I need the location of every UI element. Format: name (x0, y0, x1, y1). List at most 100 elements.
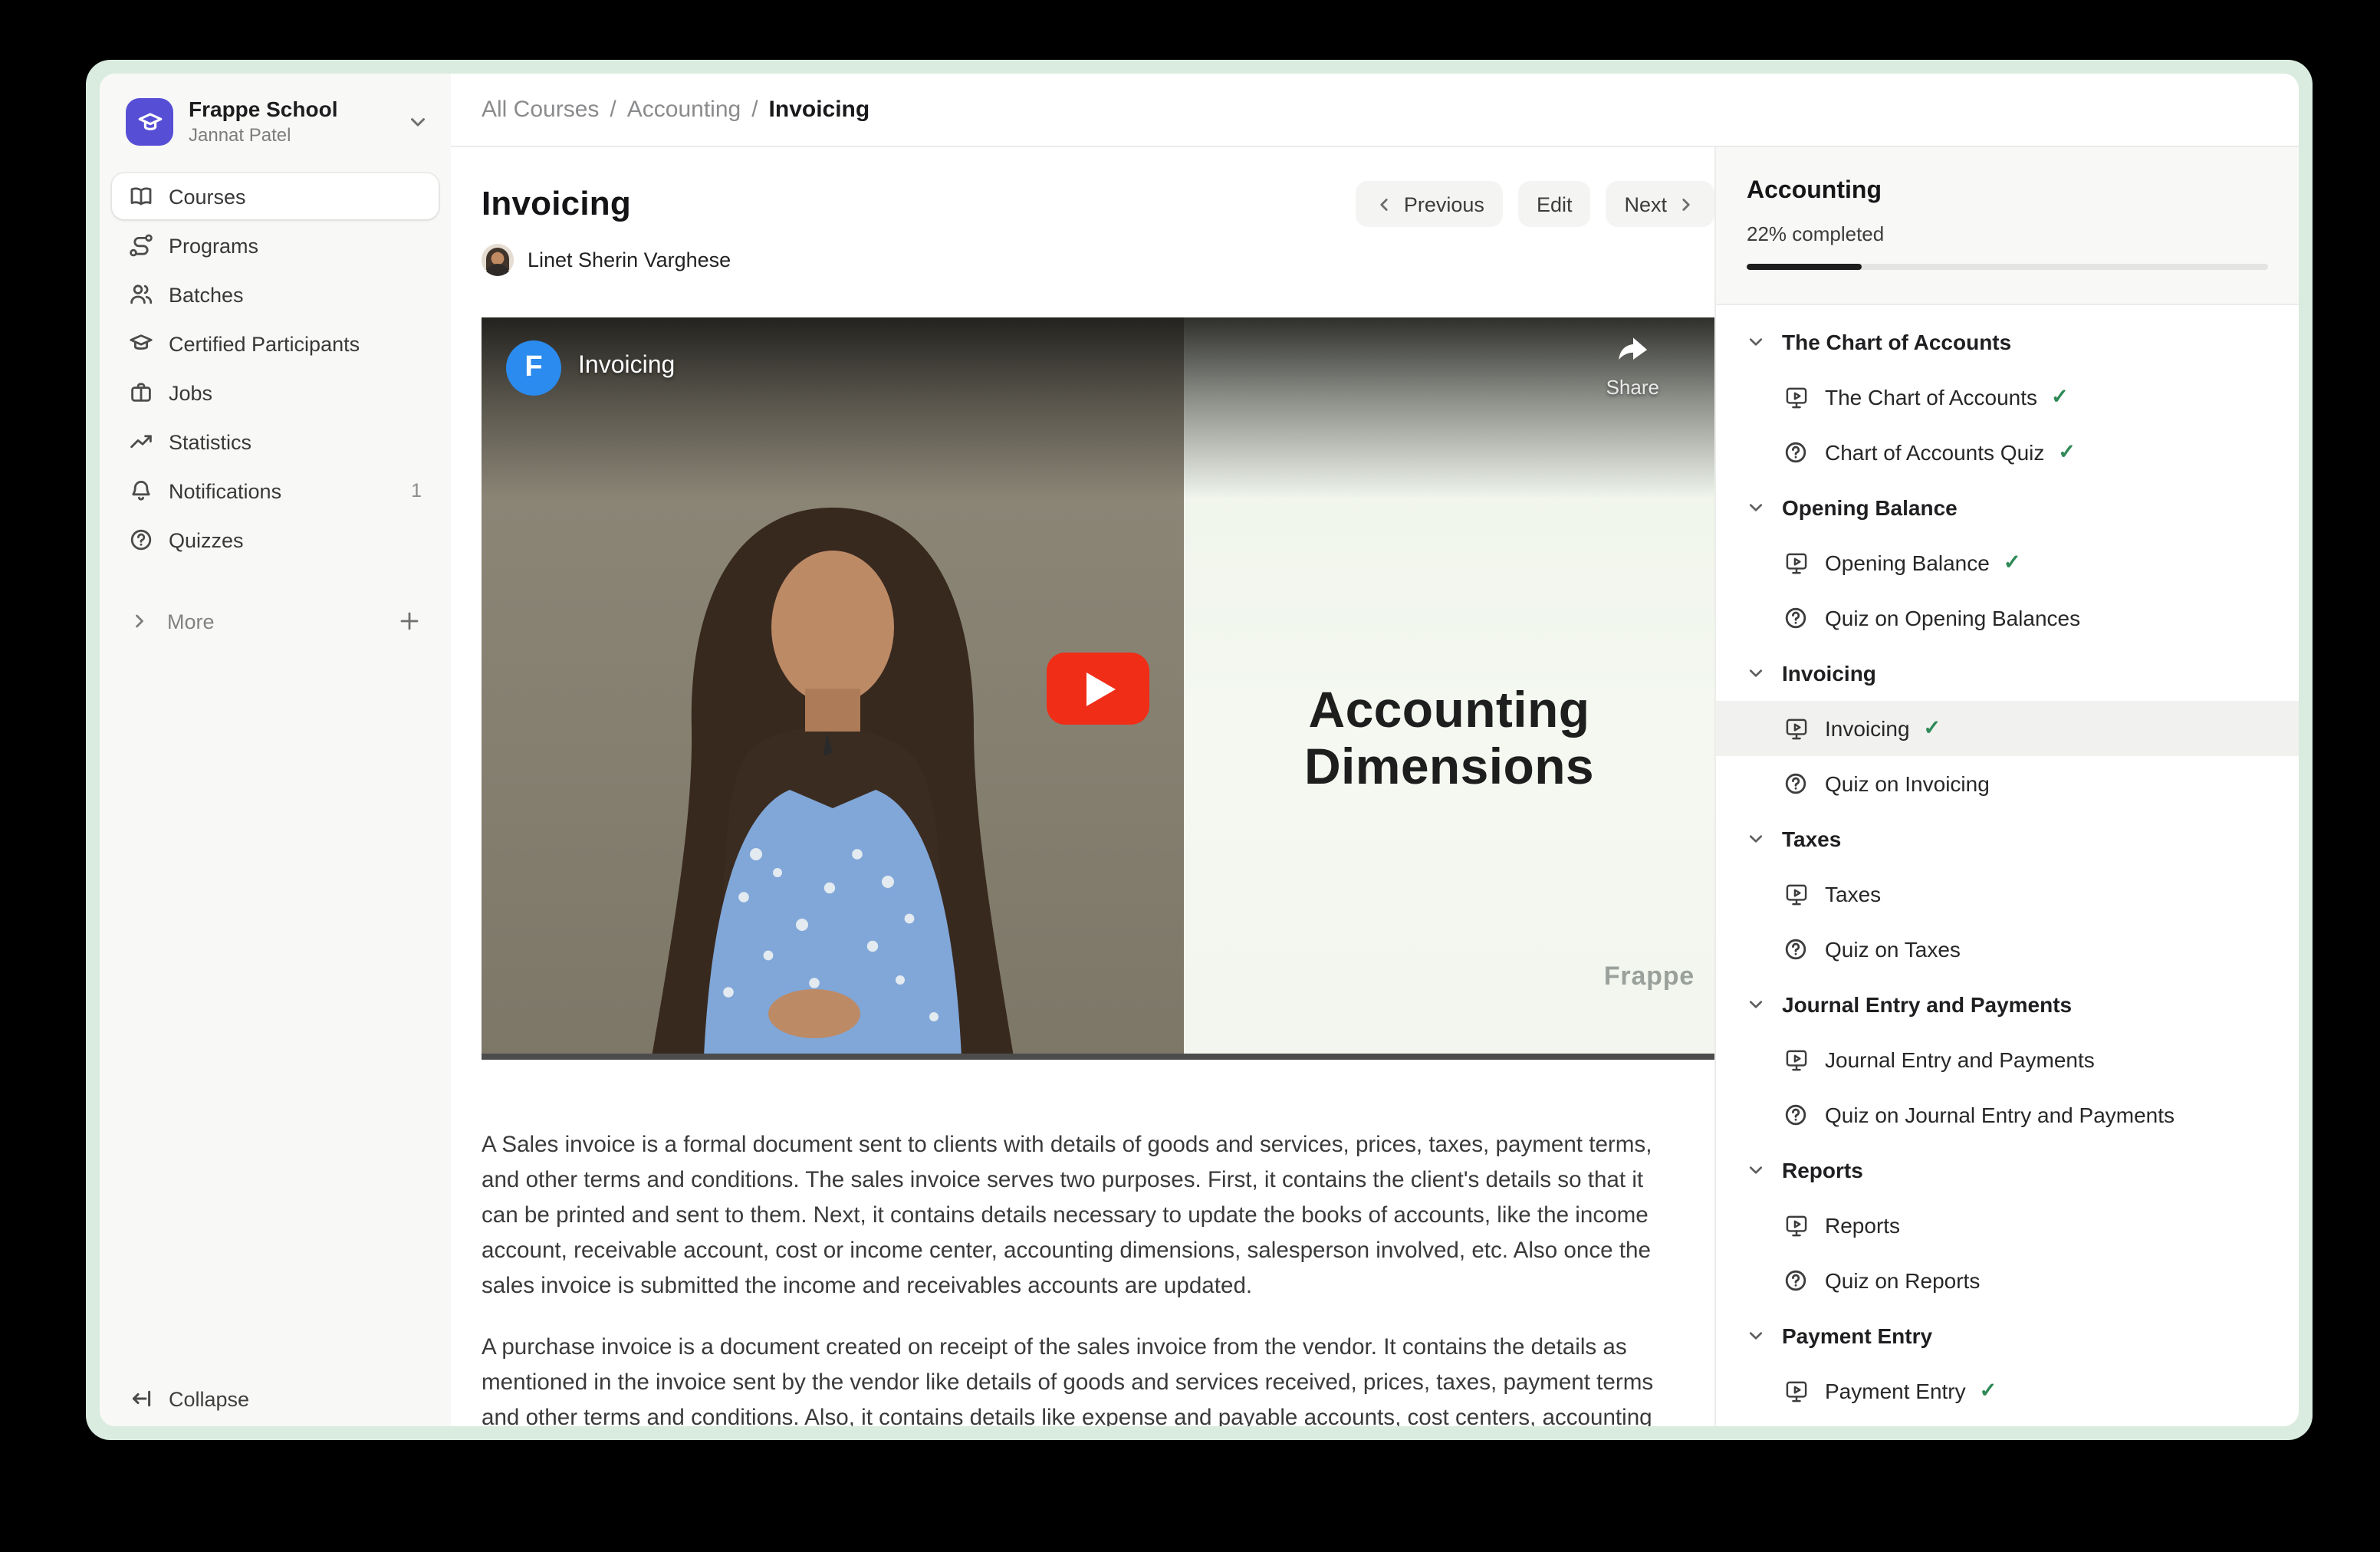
lesson-item[interactable]: Taxes (1716, 866, 2299, 922)
page-title: Invoicing (482, 184, 631, 224)
book-open-icon (129, 184, 153, 209)
sidebar-item-label: Statistics (169, 430, 251, 453)
sidebar-item-more[interactable]: More (112, 610, 397, 633)
chevron-right-icon (1676, 194, 1696, 214)
quiz-item[interactable]: Quiz on Invoicing (1716, 756, 2299, 811)
chevron-down-icon (1747, 498, 1765, 517)
quiz-icon (1783, 1268, 1810, 1294)
slide-text: Accounting Dimensions (1184, 681, 1714, 794)
screen: Frappe School Jannat Patel Courses Progra… (0, 0, 2380, 1552)
notification-count-badge: 1 (411, 480, 422, 501)
presenter-figure (572, 486, 1093, 1057)
video-title[interactable]: Invoicing (578, 353, 675, 380)
chapter-row[interactable]: Reports (1716, 1143, 2299, 1198)
quiz-item[interactable]: Quiz on Reports (1716, 1253, 2299, 1308)
youtube-play-button[interactable] (1047, 653, 1149, 725)
lesson-title: Chart of Accounts Quiz (1825, 440, 2044, 465)
previous-label: Previous (1404, 192, 1484, 215)
route-icon (129, 233, 153, 258)
course-outline-header: Accounting 22% completed (1716, 147, 2299, 305)
chevron-down-icon (1747, 995, 1765, 1014)
sidebar-item-quizzes[interactable]: Quizzes (112, 517, 439, 563)
plus-icon[interactable] (397, 609, 422, 633)
sidebar-item-batches[interactable]: Batches (112, 271, 439, 317)
quiz-item[interactable]: Quiz on Journal Entry and Payments (1716, 1087, 2299, 1143)
sidebar-item-jobs[interactable]: Jobs (112, 370, 439, 416)
chapter-row[interactable]: The Chart of Accounts (1716, 314, 2299, 370)
lesson-item[interactable]: Opening Balance✓ (1716, 535, 2299, 590)
course-progress-label: 22% completed (1747, 222, 2268, 245)
chapter-row[interactable]: Invoicing (1716, 646, 2299, 701)
lesson-nav-buttons: Previous Edit Next (1356, 181, 1714, 227)
lesson-item[interactable]: Reports (1716, 1198, 2299, 1253)
workspace-text: Frappe School Jannat Patel (189, 97, 337, 147)
body-row: Invoicing Previous Edit (451, 147, 2299, 1426)
video-lesson-icon (1783, 1047, 1810, 1073)
quiz-item[interactable]: Quiz on Opening Balances (1716, 590, 2299, 646)
course-title: Accounting (1747, 178, 2268, 206)
chapter-title: Opening Balance (1782, 495, 1958, 520)
video-lesson-icon (1783, 1378, 1810, 1404)
sidebar-item-label: Programs (169, 234, 258, 257)
previous-button[interactable]: Previous (1356, 181, 1503, 227)
next-label: Next (1624, 192, 1667, 215)
sidebar-item-label: Courses (169, 185, 246, 208)
chapter-title: Journal Entry and Payments (1782, 992, 2072, 1017)
lesson-title: Quiz on Invoicing (1825, 771, 1990, 796)
chapter-row[interactable]: Opening Balance (1716, 480, 2299, 535)
collapse-sidebar-icon (129, 1386, 153, 1411)
lesson-item[interactable]: Journal Entry and Payments (1716, 1032, 2299, 1087)
progress-track (1747, 264, 2268, 270)
sidebar-item-label: Jobs (169, 381, 212, 404)
trending-up-icon (129, 429, 153, 454)
workspace-switcher[interactable]: Frappe School Jannat Patel (100, 97, 451, 147)
workspace-title: Frappe School (189, 97, 337, 123)
breadcrumb-all-courses[interactable]: All Courses (482, 97, 599, 123)
video-lesson-icon (1783, 550, 1810, 576)
channel-avatar[interactable]: F (506, 340, 561, 396)
completed-check-icon: ✓ (2004, 551, 2021, 575)
quiz-item[interactable]: Chart of Accounts Quiz ✓ (1716, 425, 2299, 480)
chapter-row[interactable]: Taxes (1716, 811, 2299, 866)
sidebar-item-label: Notifications (169, 479, 281, 502)
chapter-row[interactable]: Payment Entry (1716, 1308, 2299, 1363)
lesson-item[interactable]: Payment Entry✓ (1716, 1363, 2299, 1419)
video-progress-bar[interactable] (482, 1054, 1714, 1060)
lesson-title: The Chart of Accounts (1825, 385, 2037, 409)
video-player[interactable]: Accounting Dimensions Frappe F Invoicing (482, 317, 1714, 1060)
lesson-title: Quiz on Taxes (1825, 937, 1961, 962)
chevron-down-icon (1747, 830, 1765, 848)
completed-check-icon: ✓ (1980, 1379, 1997, 1403)
more-label: More (167, 610, 215, 633)
next-button[interactable]: Next (1606, 181, 1714, 227)
sidebar-item-courses[interactable]: Courses (112, 173, 439, 219)
quiz-item[interactable]: Quiz on Taxes (1716, 922, 2299, 977)
chevron-down-icon (1747, 664, 1765, 682)
chapter-title: Invoicing (1782, 661, 1876, 686)
lesson-item[interactable]: Invoicing✓ (1716, 701, 2299, 756)
sidebar-item-notifications[interactable]: Notifications 1 (112, 468, 439, 514)
completed-check-icon: ✓ (2058, 440, 2076, 465)
lesson-item[interactable]: The Chart of Accounts✓ (1716, 370, 2299, 425)
sidebar-collapse-button[interactable]: Collapse (129, 1386, 249, 1411)
chevron-left-icon (1375, 194, 1395, 214)
sidebar-nav: Courses Programs BatchesCertified Particip… (100, 173, 451, 563)
author-row: Linet Sherin Varghese (482, 244, 1714, 276)
lesson-title: Quiz on Reports (1825, 1268, 1980, 1293)
breadcrumb-course[interactable]: Accounting (627, 97, 741, 123)
lesson-title: Reports (1825, 1213, 1900, 1238)
quiz-icon (1783, 439, 1810, 465)
sidebar-item-statistics[interactable]: Statistics (112, 419, 439, 465)
share-button[interactable]: Share (1606, 336, 1659, 399)
breadcrumb-separator: / (610, 97, 616, 123)
bell-icon (129, 478, 153, 503)
sidebar-item-programs[interactable]: Programs (112, 222, 439, 268)
lesson-title: Quiz on Opening Balances (1825, 606, 2080, 630)
author-name: Linet Sherin Varghese (528, 248, 731, 271)
chevron-down-icon (1747, 1161, 1765, 1179)
app-frame: Frappe School Jannat Patel Courses Progra… (100, 74, 2299, 1426)
video-slide-panel: Accounting Dimensions Frappe (1184, 317, 1714, 1060)
edit-button[interactable]: Edit (1518, 181, 1591, 227)
chapter-row[interactable]: Journal Entry and Payments (1716, 977, 2299, 1032)
sidebar-item-certified-participants[interactable]: Certified Participants (112, 321, 439, 367)
